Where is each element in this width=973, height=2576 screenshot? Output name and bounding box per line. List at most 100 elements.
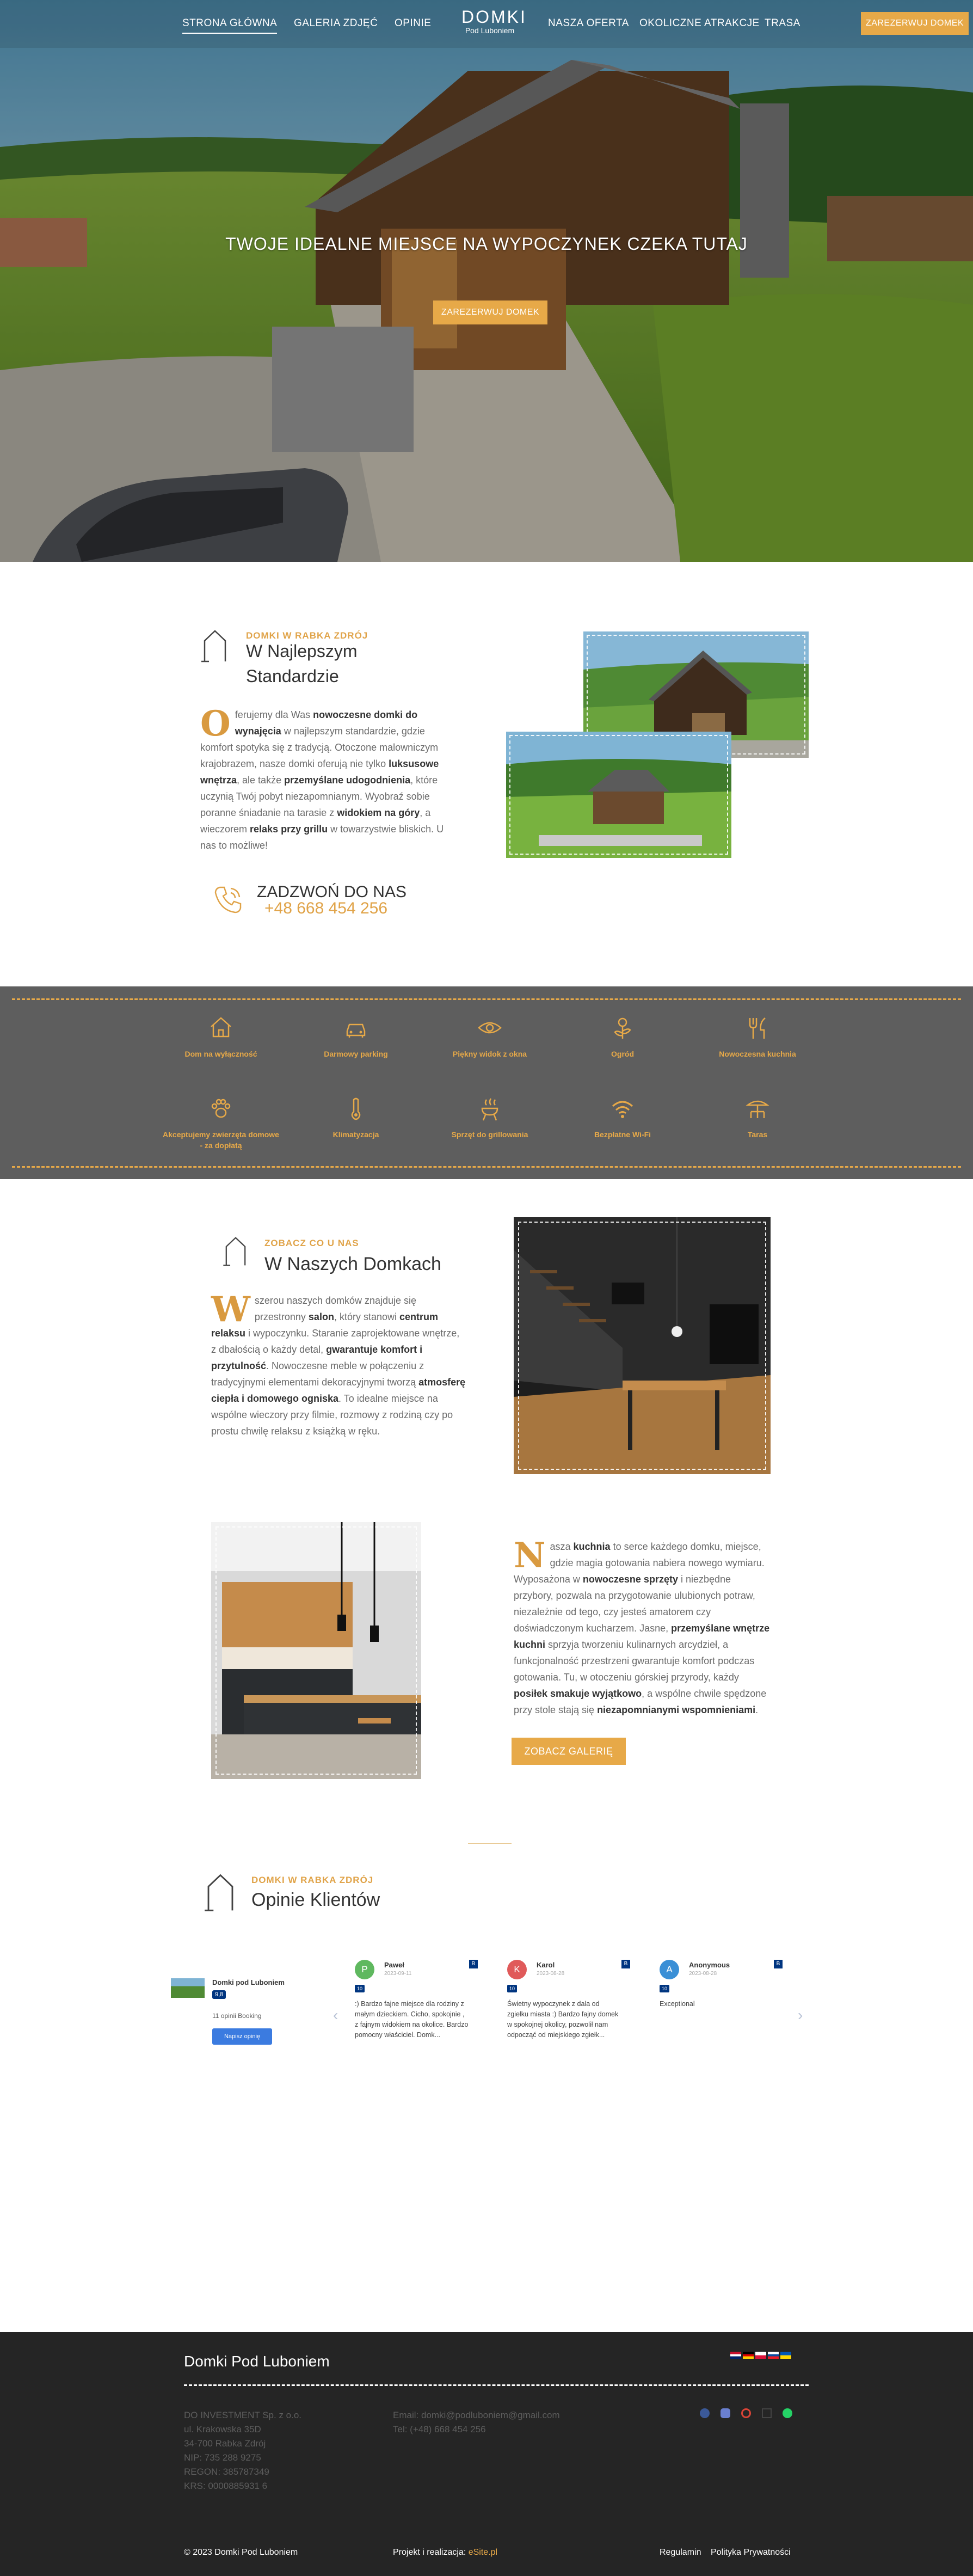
site-logo[interactable]: DOMKI Pod Luboniem bbox=[461, 7, 527, 35]
inside-dropcap: W bbox=[211, 1289, 250, 1330]
highlight-text: posiłek smakuje wyjątkowo bbox=[514, 1688, 642, 1699]
company-street: ul. Krakowska 35D bbox=[184, 2424, 261, 2434]
highlight-text: przemyślane udogodnienia bbox=[284, 775, 411, 786]
whatsapp-icon[interactable] bbox=[783, 2408, 792, 2418]
phone-number[interactable]: +48 668 454 256 bbox=[264, 899, 387, 918]
house-outline-icon bbox=[205, 1873, 236, 1916]
review-text: :) Bardzo fajne miejsce dla rodziny z ma… bbox=[355, 2000, 469, 2039]
body-text: . bbox=[755, 1704, 759, 1715]
footer-link-privacy[interactable]: Polityka Prywatności bbox=[711, 2548, 791, 2557]
review-date: 2023-08-28 bbox=[689, 1971, 717, 1977]
instagram-icon[interactable] bbox=[720, 2408, 730, 2418]
about-paragraph: O ferujemy dla Was nowoczesne domki do w… bbox=[200, 707, 448, 854]
call-label: ZADZWOŃ DO NAS bbox=[257, 883, 407, 901]
flag-sk-icon[interactable] bbox=[768, 2352, 779, 2359]
site-footer: Domki Pod Luboniem DO INVESTMENT Sp. z o… bbox=[0, 2332, 973, 2576]
amenity-label: Piękny widok z okna bbox=[452, 1050, 527, 1058]
flag-pl-icon[interactable] bbox=[755, 2352, 766, 2359]
reviewer-avatar: K bbox=[507, 1960, 527, 1979]
summary-score: 9,8 bbox=[212, 1990, 226, 1999]
reviewer-name: Anonymous bbox=[689, 1961, 730, 1969]
reviews-kicker: DOMKI W RABKA ZDRÓJ bbox=[251, 1875, 374, 1885]
amenity-item: Piękny widok z okna bbox=[430, 1015, 550, 1059]
review-date: 2023-09-11 bbox=[384, 1971, 412, 1977]
copyright: © 2023 Domki Pod Luboniem bbox=[184, 2548, 298, 2557]
footer-link-terms[interactable]: Regulamin bbox=[660, 2548, 701, 2557]
language-flags bbox=[730, 2352, 791, 2359]
nav-gallery[interactable]: GALERIA ZDJĘĆ bbox=[294, 17, 378, 29]
amenity-label: Dom na wyłączność bbox=[184, 1050, 257, 1058]
top-navigation: STRONA GŁÓWNA GALERIA ZDJĘĆ OPINIE DOMKI… bbox=[0, 0, 973, 48]
house-outline-icon bbox=[223, 1236, 248, 1270]
company-city: 34-700 Rabka Zdrój bbox=[184, 2438, 266, 2449]
google-icon[interactable] bbox=[741, 2408, 751, 2418]
footer-title: Domki Pod Luboniem bbox=[184, 2353, 330, 2370]
tiktok-icon[interactable] bbox=[762, 2408, 772, 2418]
review-score: 10 bbox=[660, 1985, 670, 1992]
about-dropcap: O bbox=[200, 703, 231, 744]
eye-icon bbox=[430, 1015, 550, 1041]
company-name: DO INVESTMENT Sp. z o.o. bbox=[184, 2410, 302, 2420]
review-date: 2023-08-28 bbox=[537, 1971, 565, 1977]
house-icon bbox=[161, 1015, 281, 1041]
company-nip: NIP: 735 288 9275 bbox=[184, 2452, 261, 2463]
facebook-icon[interactable] bbox=[700, 2408, 710, 2418]
body-text: , ale także bbox=[237, 775, 285, 786]
credit-link[interactable]: eSite.pl bbox=[469, 2548, 497, 2557]
nav-route[interactable]: TRASA bbox=[765, 17, 800, 29]
company-krs: KRS: 0000885931 6 bbox=[184, 2481, 268, 2491]
property-thumbnail bbox=[171, 1978, 205, 1998]
credit-label: Projekt i realizacja: bbox=[393, 2548, 466, 2557]
social-icons bbox=[700, 2408, 792, 2418]
amenity-label: Bezpłatne Wi-Fi bbox=[594, 1130, 651, 1139]
amenity-label: Akceptujemy zwierzęta domowe - za dopłat… bbox=[163, 1130, 279, 1150]
nav-book-button[interactable]: ZAREZERWUJ DOMEK bbox=[861, 12, 969, 35]
amenity-item: Nowoczesna kuchnia bbox=[698, 1015, 817, 1059]
review-card: K Karol 2023-08-28 B 10 Świetny wypoczynek z … bbox=[507, 1960, 638, 2063]
kitchen-paragraph: N asza kuchnia to serce każdego domku, m… bbox=[514, 1538, 771, 1718]
carousel-next-icon[interactable]: › bbox=[798, 2007, 803, 2024]
review-text: Świetny wypoczynek z dala od zgiełku mia… bbox=[507, 2000, 619, 2039]
footer-email[interactable]: Email: domki@podluboniem@gmail.com bbox=[393, 2408, 560, 2422]
highlight-text: niezapomnianymi wspomnieniami bbox=[597, 1704, 756, 1715]
hero-overlay bbox=[0, 0, 973, 562]
paw-icon bbox=[161, 1095, 281, 1121]
amenity-label: Darmowy parking bbox=[324, 1050, 388, 1058]
body-text: sprzyja tworzeniu kulinarnych arcydzieł,… bbox=[514, 1639, 755, 1683]
nav-reviews[interactable]: OPINIE bbox=[395, 17, 431, 29]
nav-attractions[interactable]: OKOLICZNE ATRAKCJE bbox=[639, 17, 760, 29]
amenity-label: Klimatyzacja bbox=[332, 1130, 379, 1139]
flag-de-icon[interactable] bbox=[743, 2352, 754, 2359]
write-review-button[interactable]: Napisz opinię bbox=[212, 2028, 272, 2045]
thermometer-icon bbox=[296, 1095, 416, 1121]
reviews-title: Opinie Klientów bbox=[251, 1890, 380, 1910]
booking-icon: B bbox=[621, 1960, 630, 1968]
amenity-item: Taras bbox=[698, 1095, 817, 1140]
hero-book-button[interactable]: ZAREZERWUJ DOMEK bbox=[433, 300, 547, 324]
credit: Projekt i realizacja: eSite.pl bbox=[393, 2548, 497, 2557]
gallery-button[interactable]: ZOBACZ GALERIĘ bbox=[512, 1738, 626, 1765]
footer-phone[interactable]: Tel: (+48) 668 454 256 bbox=[393, 2422, 560, 2437]
logo-subtitle: Pod Luboniem bbox=[465, 26, 515, 35]
inside-paragraph: W szerou naszych domków znajduje się prz… bbox=[211, 1292, 467, 1439]
nav-home[interactable]: STRONA GŁÓWNA bbox=[182, 17, 278, 34]
review-card: A Anonymous 2023-08-28 B 10 Exceptional bbox=[660, 1960, 790, 2063]
review-card: P Paweł 2023-09-11 B 10:) Bardzo fajne miejs… bbox=[355, 1960, 485, 2063]
flag-ua-icon[interactable] bbox=[780, 2352, 791, 2359]
summary-name: Domki pod Luboniem bbox=[212, 1978, 285, 1986]
amenity-label: Taras bbox=[747, 1130, 768, 1139]
summary-count: 11 opinii Booking bbox=[212, 2012, 262, 2020]
logo-wordmark: DOMKI bbox=[461, 7, 527, 27]
amenity-item: Darmowy parking bbox=[296, 1015, 416, 1059]
nav-offer[interactable]: NASZA OFERTA bbox=[548, 17, 629, 29]
review-text: Exceptional bbox=[660, 2000, 695, 2008]
flag-en-icon[interactable] bbox=[730, 2352, 741, 2359]
amenity-item: Klimatyzacja bbox=[296, 1095, 416, 1140]
kitchen-photo bbox=[211, 1522, 421, 1779]
reviewer-name: Karol bbox=[537, 1961, 555, 1969]
company-regon: REGON: 385787349 bbox=[184, 2467, 269, 2477]
flower-icon bbox=[563, 1015, 682, 1041]
carousel-prev-icon[interactable]: ‹ bbox=[333, 2007, 338, 2024]
amenity-item: Akceptujemy zwierzęta domowe - za dopłat… bbox=[161, 1095, 281, 1151]
living-room-photo bbox=[514, 1217, 771, 1474]
